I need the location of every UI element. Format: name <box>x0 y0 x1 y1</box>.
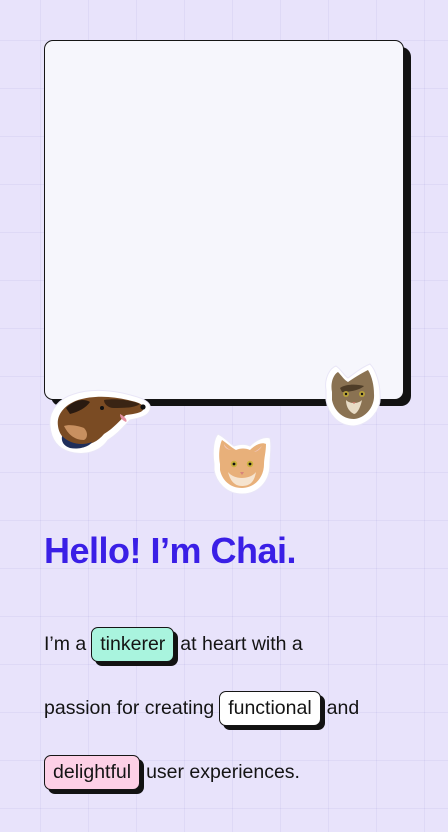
intro-text: user experiences. <box>146 760 300 783</box>
intro-text: passion for creating <box>44 696 215 719</box>
intro-paragraph: I’m a tinkerer at heart with a passion f… <box>44 612 414 804</box>
intro-text: at heart with a <box>180 632 303 655</box>
photo-card <box>44 40 404 400</box>
intro-line: delightful user experiences. <box>44 740 414 804</box>
delightful-chip: delightful <box>44 754 141 790</box>
intro-text: and <box>326 696 360 719</box>
functional-chip: functional <box>219 690 321 726</box>
intro-line: I’m a tinkerer at heart with a <box>44 612 414 676</box>
tinkerer-chip: tinkerer <box>91 626 175 662</box>
cat-sticker-orange <box>208 430 276 498</box>
page-title: Hello! I’m Chai. <box>44 530 297 571</box>
intro-line: passion for creating functional and <box>44 676 414 740</box>
dog-sticker <box>44 382 154 458</box>
cat-sticker-tabby <box>320 360 386 430</box>
intro-text: I’m a <box>44 632 87 655</box>
